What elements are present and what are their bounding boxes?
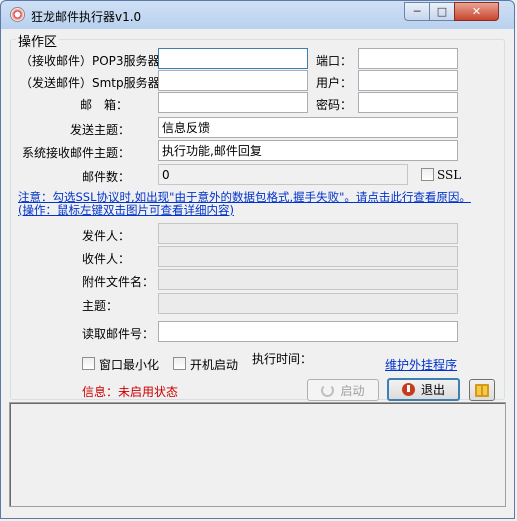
close-button[interactable]: ✕ — [454, 2, 499, 21]
refresh-icon — [321, 383, 335, 397]
smtp-label: （发送邮件）Smtp服务器： — [20, 76, 172, 90]
user-input[interactable] — [358, 70, 458, 91]
receive-subject-input[interactable] — [158, 140, 458, 161]
start-button-label: 启动 — [340, 383, 365, 398]
title-bar[interactable]: 狂龙邮件执行器v1.0 ─ □ ✕ — [1, 1, 514, 29]
send-subject-label: 发送主题： — [70, 123, 131, 137]
minimize-button[interactable]: ─ — [404, 2, 430, 21]
port-input[interactable] — [358, 48, 458, 69]
pop3-label: （接收邮件）POP3服务器： — [20, 54, 172, 68]
password-label: 密码： — [316, 98, 353, 112]
ssl-checkbox[interactable] — [421, 168, 434, 181]
subject-field — [158, 293, 458, 314]
log-output-area[interactable] — [9, 402, 506, 507]
autostart-checkbox[interactable] — [173, 357, 186, 370]
send-subject-input[interactable] — [158, 117, 458, 138]
maximize-button[interactable]: □ — [429, 2, 455, 21]
receive-subject-label: 系统接收邮件主题： — [22, 146, 131, 160]
port-label: 端口： — [316, 54, 353, 68]
help-button[interactable] — [469, 379, 495, 401]
mail-count-field — [158, 164, 408, 185]
mail-count-label: 邮件数： — [82, 170, 131, 184]
exit-button[interactable]: 退出 — [387, 378, 460, 401]
sender-field — [158, 223, 458, 244]
exec-time-label: 执行时间： — [252, 352, 313, 366]
book-icon — [475, 383, 489, 397]
minimize-window-checkbox[interactable] — [82, 357, 95, 370]
status-info-text: 信息：未启用状态 — [82, 385, 179, 399]
password-input[interactable] — [358, 92, 458, 113]
maintain-plugin-link[interactable]: 维护外挂程序 — [385, 356, 457, 373]
recipient-field — [158, 246, 458, 267]
user-label: 用户： — [316, 76, 353, 90]
pop3-server-input[interactable] — [158, 48, 308, 69]
power-icon — [401, 383, 415, 396]
window-title: 狂龙邮件执行器v1.0 — [31, 10, 142, 24]
smtp-server-input[interactable] — [158, 70, 308, 91]
groupbox-title: 操作区 — [16, 31, 60, 50]
app-logo-icon — [10, 7, 25, 22]
sender-label: 发件人： — [82, 229, 131, 243]
image-hint-text: (操作：鼠标左键双击图片可查看详细内容) — [18, 203, 234, 217]
attachment-field — [158, 269, 458, 290]
mailbox-label: 邮 箱： — [80, 98, 129, 112]
exit-button-label: 退出 — [420, 383, 445, 397]
minimize-icon: ─ — [413, 5, 421, 18]
autostart-label: 开机启动 — [190, 358, 239, 372]
ssl-label: SSL — [437, 168, 462, 182]
recipient-label: 收件人： — [82, 252, 131, 266]
maximize-icon: □ — [436, 5, 448, 18]
start-button[interactable]: 启动 — [307, 379, 379, 401]
read-mail-no-label: 读取邮件号： — [82, 327, 155, 341]
mailbox-input[interactable] — [158, 92, 308, 113]
attachment-label: 附件文件名： — [82, 275, 155, 289]
minimize-window-label: 窗口最小化 — [99, 358, 160, 372]
subject-label: 主题： — [82, 299, 119, 313]
close-icon: ✕ — [471, 5, 482, 18]
read-mail-no-input[interactable] — [158, 321, 458, 342]
